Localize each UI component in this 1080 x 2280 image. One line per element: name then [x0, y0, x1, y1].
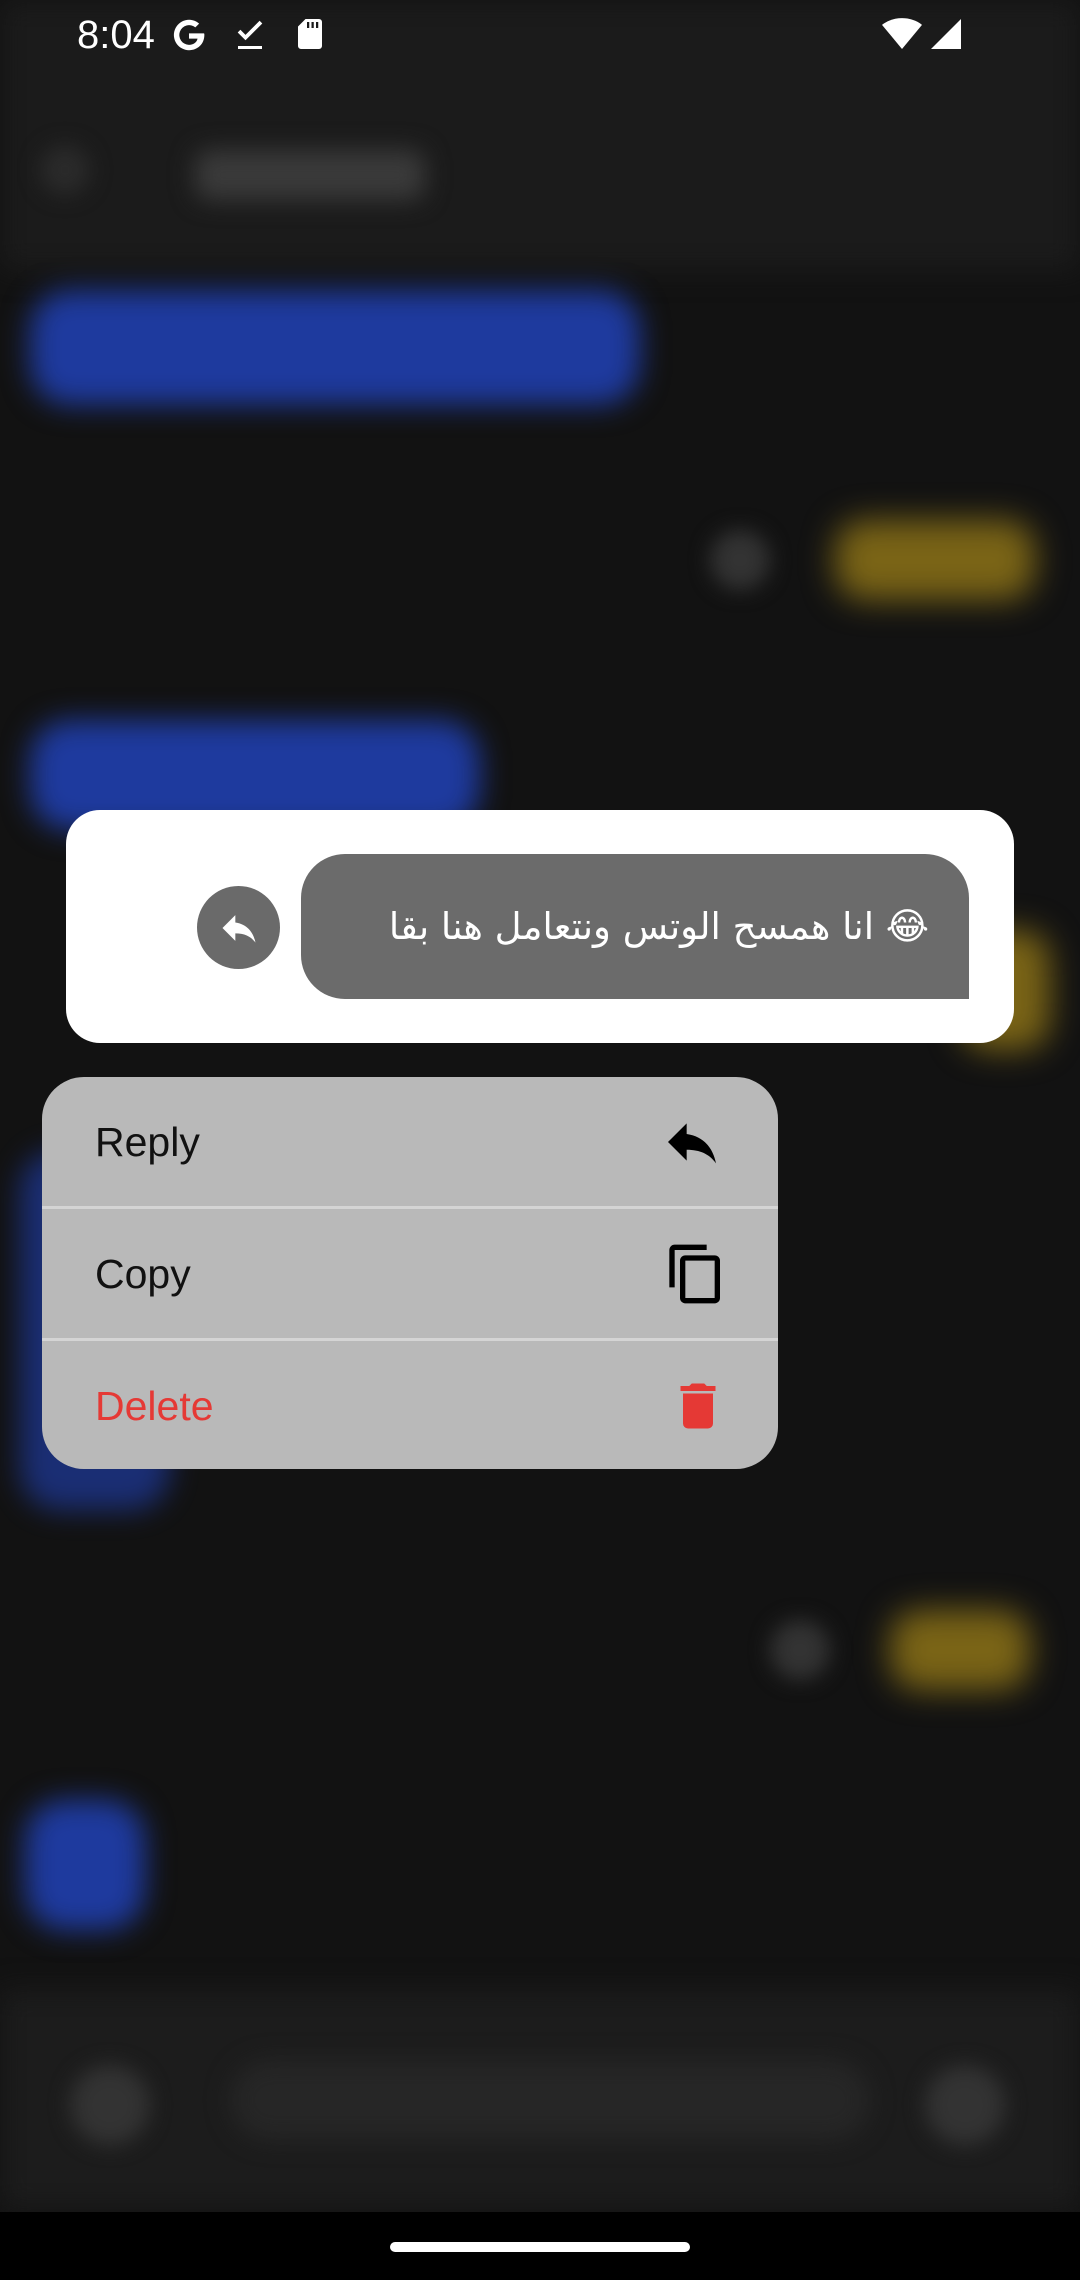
navigation-bar: [0, 2212, 1080, 2280]
blurred-outgoing-message: [835, 520, 1035, 600]
blurred-attach-button: [70, 2065, 150, 2145]
menu-item-reply[interactable]: Reply: [42, 1077, 778, 1207]
blurred-avatar: [770, 1620, 830, 1680]
blurred-send-button: [925, 2065, 1005, 2145]
reply-icon: [656, 1110, 728, 1174]
reply-indicator[interactable]: [197, 886, 280, 969]
menu-item-copy[interactable]: Copy: [42, 1209, 778, 1339]
blurred-back-button: [40, 145, 90, 195]
home-gesture-handle[interactable]: [390, 2242, 690, 2252]
blurred-outgoing-message: [890, 1610, 1030, 1690]
menu-item-delete[interactable]: Delete: [42, 1341, 778, 1469]
trash-icon: [668, 1375, 728, 1437]
sd-card-icon: [298, 19, 322, 49]
blurred-incoming-message: [25, 1800, 145, 1930]
blurred-avatar: [710, 530, 770, 590]
signal-icon: [931, 19, 961, 49]
reply-icon: [222, 914, 255, 943]
message-preview-card: 😂 انا همسح الوتس ونتعامل هنا بقا: [66, 810, 1014, 1043]
status-bar: 8:04: [0, 0, 1080, 70]
wifi-icon: [882, 18, 922, 49]
download-done-icon: [237, 20, 263, 49]
menu-item-label: Reply: [95, 1118, 200, 1165]
blurred-incoming-message: [30, 290, 640, 405]
message-bubble[interactable]: 😂 انا همسح الوتس ونتعامل هنا بقا: [301, 854, 969, 999]
message-context-menu: Reply Copy Delete: [42, 1077, 778, 1469]
blurred-message-input: [230, 2060, 870, 2140]
blurred-chat-title: [195, 150, 425, 200]
menu-item-label: Delete: [95, 1382, 214, 1429]
status-time: 8:04: [77, 13, 155, 57]
google-icon: [173, 19, 205, 51]
menu-item-label: Copy: [95, 1250, 191, 1297]
copy-icon: [664, 1241, 728, 1307]
